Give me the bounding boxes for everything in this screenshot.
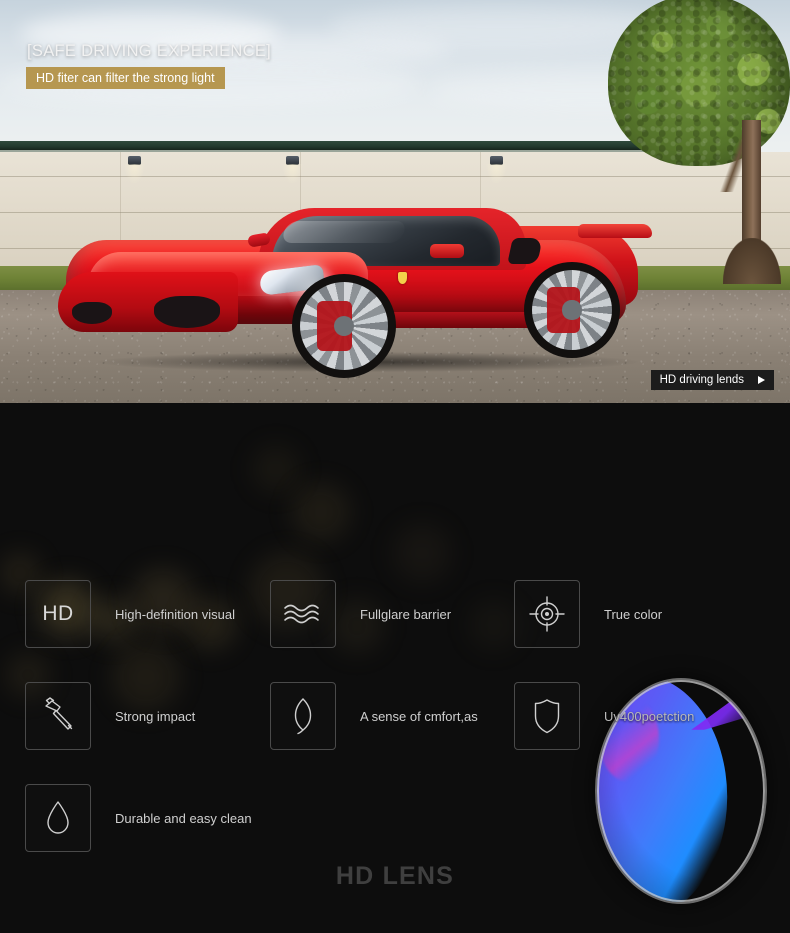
- leaf-icon: [270, 682, 336, 750]
- hd-icon-label: HD: [42, 602, 74, 625]
- hammer-icon: [25, 682, 91, 750]
- feature-item-fullglare-barrier[interactable]: Fullglare barrier: [270, 580, 451, 648]
- feature-label: Fullglare barrier: [360, 606, 452, 622]
- hd-text-icon: HD: [25, 580, 91, 648]
- feature-item-high-definition-visual[interactable]: HD High-definition visual: [25, 580, 235, 648]
- feature-label: A sense of cmfort,as: [360, 708, 478, 724]
- shield-icon: [514, 682, 580, 750]
- feature-label: Strong impact: [115, 708, 196, 724]
- feature-item-durable-easy-clean[interactable]: Durable and easy clean: [25, 784, 252, 852]
- product-detail-page: [SAFE DRIVING EXPERIENCE] HD fiter can f…: [0, 0, 790, 933]
- feature-item-strong-impact[interactable]: Strong impact: [25, 682, 195, 750]
- feature-label: High-definition visual: [115, 606, 235, 622]
- feature-label: Uv400poetction: [604, 708, 695, 724]
- feature-label: True color: [604, 606, 663, 622]
- feature-item-comfort[interactable]: A sense of cmfort,as: [270, 682, 478, 750]
- feature-item-true-color[interactable]: True color: [514, 580, 662, 648]
- waves-icon: [270, 580, 336, 648]
- feature-label: Durable and easy clean: [115, 810, 252, 826]
- water-drop-icon: [25, 784, 91, 852]
- crosshair-icon: [514, 580, 580, 648]
